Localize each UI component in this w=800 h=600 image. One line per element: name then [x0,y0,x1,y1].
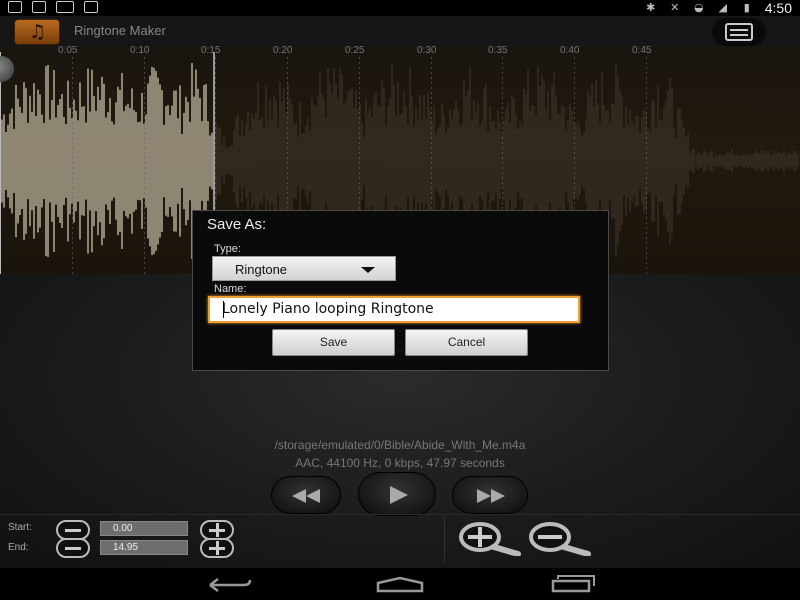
name-input[interactable]: Lonely Piano looping Ringtone [208,296,580,323]
timeline-tick-label: 0:35 [488,45,508,56]
start-decrement-button[interactable] [56,520,90,540]
file-path: /storage/emulated/0/Bible/Abide_With_Me.… [274,438,526,452]
rewind-button[interactable] [271,476,341,514]
play-icon [390,486,408,504]
timeline-tick-label: 0:30 [417,45,437,56]
type-selected-value: Ringtone [235,262,288,277]
wifi-icon: ◒ [693,1,704,14]
start-time-field[interactable]: 0.00 [100,521,188,536]
app-icon[interactable]: ♫ [14,19,60,45]
timeline-tick-label: 0:15 [201,45,221,56]
music-note-icon: ♫ [29,21,47,43]
bluetooth-icon: ✱ [646,1,656,14]
zoom-in-icon [459,522,521,557]
name-label: Name: [214,283,247,295]
save-button[interactable]: Save [272,329,395,356]
back-button[interactable] [209,578,252,592]
start-label: Start: [8,522,32,533]
navigation-bar [0,568,800,600]
download-notification-icon [8,1,22,13]
zoom-out-button[interactable] [526,522,592,557]
clock: 4:50 [764,0,792,16]
timeline-gridline [72,57,73,274]
type-dropdown[interactable]: Ringtone [212,256,396,281]
status-bar: ✱ ✕ ◒ ◢ ▮ 4:50 [0,0,800,16]
dialog-title: Save As: [207,216,267,233]
save-disk-icon [725,23,753,41]
app-bar: ♫ Ringtone Maker [0,16,800,46]
message-notification-icon [56,1,74,13]
save-action-button[interactable] [712,18,766,46]
start-increment-button[interactable] [200,520,234,540]
home-button[interactable] [376,576,424,593]
battery-icon: ▮ [743,1,750,14]
playback-cursor [0,52,1,274]
home-icon [376,576,424,593]
timeline-tick-label: 0:05 [58,45,78,56]
fast-forward-icon [477,489,505,503]
end-label: End: [8,542,29,553]
recent-apps-icon [551,579,591,593]
type-label: Type: [214,243,241,255]
mute-icon: ✕ [670,1,680,14]
end-increment-button[interactable] [200,538,234,558]
rewind-icon [292,489,320,503]
cancel-button[interactable]: Cancel [405,329,528,356]
timeline-gridline [646,57,647,274]
save-as-dialog: Save As: Type: Ringtone Name: Lonely Pia… [192,210,609,371]
end-time-field[interactable]: 14.95 [100,540,188,555]
bookmark-notification-icon [84,1,98,13]
file-info: AAC, 44100 Hz, 0 kbps, 47.97 seconds [295,456,505,470]
recent-apps-button[interactable] [551,575,595,593]
timeline-tick-label: 0:20 [273,45,293,56]
image-notification-icon [32,1,46,13]
timeline-gridline [144,57,145,274]
controls-divider [0,514,800,515]
name-input-value: Lonely Piano looping Ringtone [222,301,434,317]
text-cursor [223,301,224,318]
app-title: Ringtone Maker [74,23,166,38]
timeline-tick-label: 0:25 [345,45,365,56]
dropdown-arrow-icon [361,267,375,273]
controls-separator [444,516,445,562]
signal-icon: ◢ [718,1,727,14]
play-button[interactable] [358,472,436,516]
timeline-tick-label: 0:10 [130,45,150,56]
back-icon [209,578,252,592]
end-decrement-button[interactable] [56,538,90,558]
zoom-in-button[interactable] [456,522,522,557]
timeline-tick-label: 0:45 [632,45,652,56]
zoom-out-icon [529,522,591,557]
fast-forward-button[interactable] [452,476,528,514]
timeline-tick-label: 0:40 [560,45,580,56]
